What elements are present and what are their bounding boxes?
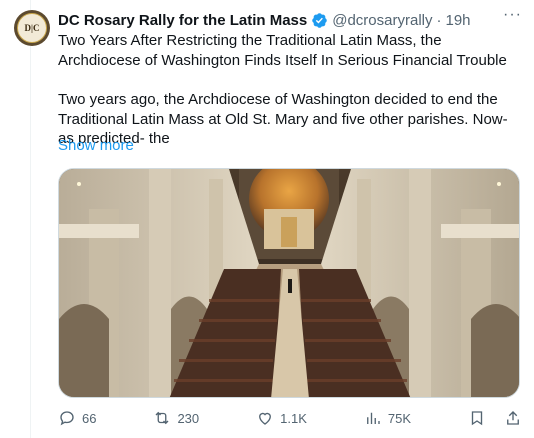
separator-dot: · [436, 11, 442, 29]
bookmark-button[interactable] [468, 409, 486, 427]
bookmark-icon [471, 411, 483, 426]
views-button[interactable]: 75K [364, 409, 411, 427]
verified-badge-icon[interactable] [311, 12, 328, 29]
like-icon [259, 412, 272, 425]
tweet-image[interactable] [58, 168, 520, 398]
author-handle[interactable]: @dcrosaryrally [332, 12, 432, 29]
tweet-paragraph-1: Two Years After Restricting the Traditio… [58, 32, 507, 69]
author-name[interactable]: DC Rosary Rally for the Latin Mass [58, 12, 307, 29]
right-actions [468, 409, 522, 427]
avatar[interactable]: D|C [14, 10, 50, 46]
reply-icon [60, 411, 74, 426]
tweet-header: DC Rosary Rally for the Latin Mass @dcro… [58, 10, 522, 30]
timestamp[interactable]: 19h [445, 12, 470, 29]
share-button[interactable] [504, 409, 522, 427]
view-count: 75K [387, 410, 412, 426]
reply-count: 66 [82, 410, 97, 426]
repost-icon [155, 411, 169, 425]
show-more-link[interactable]: Show more [58, 137, 134, 154]
more-icon[interactable]: ··· [503, 6, 522, 24]
views-icon [366, 412, 380, 424]
share-icon [507, 411, 519, 425]
tweet-text: Two Years After Restricting the Traditio… [58, 31, 522, 149]
tweet-actions: 66 230 1.1K 75K [58, 408, 522, 428]
avatar-logo: D|C [17, 13, 47, 43]
like-count: 1.1K [280, 410, 307, 426]
repost-count: 230 [177, 410, 200, 426]
repost-button[interactable]: 230 [153, 409, 199, 427]
thread-rail [30, 0, 31, 438]
like-button[interactable]: 1.1K [256, 409, 307, 427]
reply-button[interactable]: 66 [58, 409, 96, 427]
basilica-interior-photo [59, 169, 519, 397]
